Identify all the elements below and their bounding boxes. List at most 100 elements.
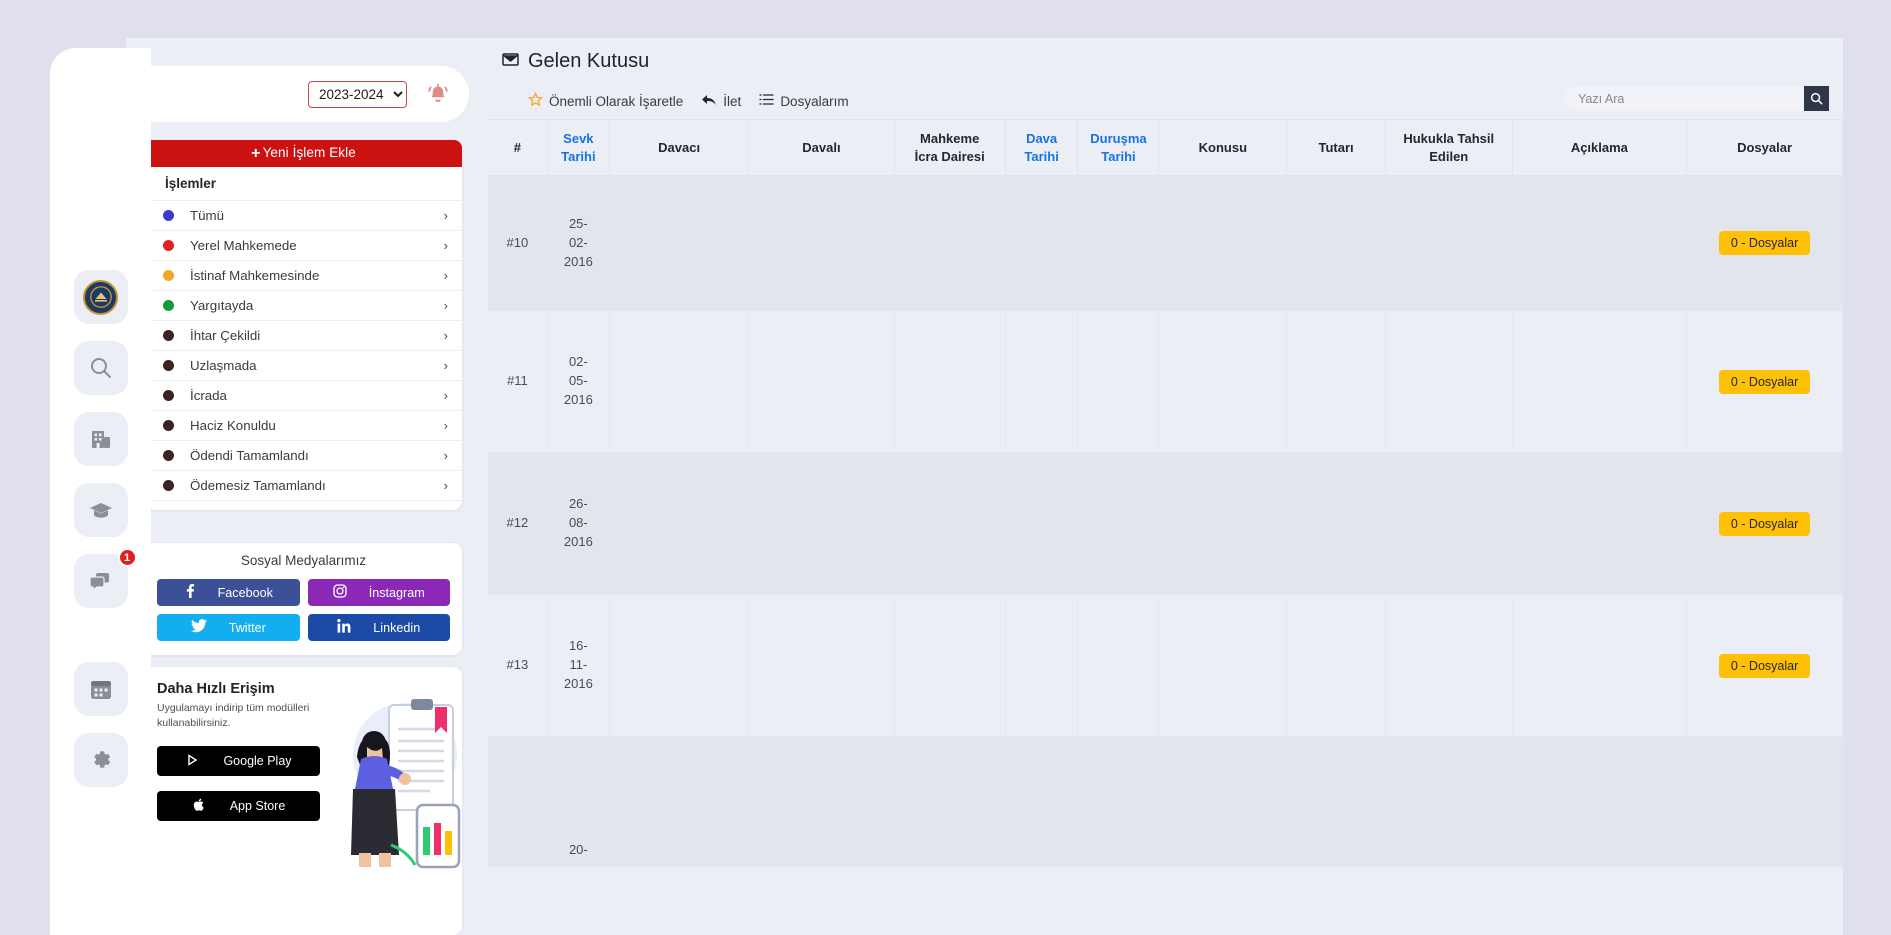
- my-files-label: Dosyalarım: [780, 93, 849, 109]
- operations-title: İşlemler: [145, 167, 462, 201]
- search-input[interactable]: [1564, 86, 1804, 111]
- add-new-operation-label: Yeni İşlem Ekle: [262, 144, 356, 160]
- chevron-right-icon: ›: [443, 358, 448, 373]
- operation-item-9[interactable]: Ödemesiz Tamamlandı ›: [145, 471, 462, 501]
- operation-item-1[interactable]: Yerel Mahkemede ›: [145, 231, 462, 261]
- rail-item-education[interactable]: [73, 483, 128, 537]
- operation-item-8[interactable]: Ödendi Tamamlandı ›: [145, 441, 462, 471]
- cell-tutari: [1286, 175, 1386, 312]
- files-button[interactable]: 0 - Dosyalar: [1718, 653, 1811, 678]
- cell-mahkeme: [894, 310, 1006, 454]
- operation-item-label: Tümü: [190, 208, 224, 223]
- files-button[interactable]: 0 - Dosyalar: [1718, 369, 1811, 394]
- forward-label: İlet: [723, 93, 742, 109]
- cell-tutari: [1286, 736, 1386, 868]
- operation-item-5[interactable]: Uzlaşmada ›: [145, 351, 462, 381]
- column-header-4[interactable]: Mahkeme İcra Dairesi: [894, 119, 1006, 177]
- operations-panel: + Yeni İşlem Ekle İşlemler Tümü › Yerel Mah…: [145, 140, 462, 510]
- inbox-table: # Sevk Tarihi Davacı Davalı Mahkeme İcra Daire…: [488, 119, 1843, 868]
- column-header-2[interactable]: Davacı: [609, 119, 750, 177]
- top-bar: 2023-20242022-20232021-2022: [63, 66, 469, 122]
- cell-konusu: [1158, 310, 1288, 454]
- year-select[interactable]: 2023-20242022-20232021-2022: [308, 80, 407, 108]
- operation-item-6[interactable]: İcrada ›: [145, 381, 462, 411]
- cell-konusu: [1158, 736, 1288, 868]
- google-play-button[interactable]: Google Play: [157, 746, 320, 777]
- chevron-right-icon: ›: [443, 268, 448, 283]
- cell-aciklama: [1512, 310, 1688, 454]
- list-icon: [759, 93, 774, 109]
- chevron-right-icon: ›: [443, 208, 448, 223]
- column-header-8[interactable]: Tutarı: [1286, 119, 1386, 177]
- column-header-0[interactable]: #: [488, 119, 548, 177]
- files-button[interactable]: 0 - Dosyalar: [1718, 231, 1811, 256]
- play-triangle-icon: [185, 753, 199, 770]
- mark-important-button[interactable]: Önemli Olarak İşaretle: [527, 91, 683, 110]
- instagram-button[interactable]: İnstagram: [307, 579, 450, 606]
- rail-item-calendar[interactable]: [73, 662, 128, 716]
- cell-dava_tarihi: [1005, 175, 1079, 312]
- cell-id: #11: [488, 310, 548, 454]
- column-header-6[interactable]: Duruşma Tarihi: [1077, 119, 1160, 177]
- files-button[interactable]: 0 - Dosyalar: [1718, 511, 1811, 536]
- column-header-3[interactable]: Davalı: [748, 119, 895, 177]
- search-submit-button[interactable]: [1804, 86, 1829, 111]
- facebook-button[interactable]: Facebook: [157, 579, 300, 606]
- search-bar: [1564, 86, 1829, 111]
- operation-item-3[interactable]: Yargıtayda ›: [145, 291, 462, 321]
- cell-dosyalar: 0 - Dosyalar: [1686, 594, 1843, 738]
- cell-dava_tarihi: [1005, 310, 1079, 454]
- rail-item-messages[interactable]: 1: [73, 548, 137, 608]
- inbox-icon: [502, 50, 519, 73]
- operation-item-7[interactable]: Haciz Konuldu ›: [145, 411, 462, 441]
- table-row[interactable]: #13 16- 11- 2016 0 - Dosyalar: [488, 594, 1843, 738]
- table-body: #10 25- 02- 2016 0 - Dosyalar #11 02- 05- 2016 0 …: [488, 175, 1843, 868]
- cell-davali: [748, 736, 895, 868]
- column-header-11[interactable]: Dosyalar: [1686, 119, 1843, 177]
- my-files-button[interactable]: Dosyalarım: [759, 93, 849, 109]
- rail-item-settings[interactable]: [73, 733, 128, 787]
- page-title: Gelen Kutusu: [488, 38, 1843, 83]
- app-store-button[interactable]: App Store: [157, 791, 320, 822]
- cell-sevk_tarihi: 20-: [547, 736, 611, 868]
- reply-arrow-icon: [701, 93, 717, 110]
- rail-item-courthouse[interactable]: [73, 412, 128, 466]
- column-header-10[interactable]: Açıklama: [1512, 119, 1688, 177]
- table-row[interactable]: 20-: [488, 736, 1843, 868]
- bell-icon[interactable]: [421, 77, 455, 111]
- linkedin-icon: [337, 619, 351, 636]
- cell-dava_tarihi: [1005, 736, 1079, 868]
- add-new-operation-button[interactable]: + Yeni İşlem Ekle: [145, 140, 462, 167]
- status-dot-icon: [163, 420, 174, 431]
- cell-sevk_tarihi: 25- 02- 2016: [547, 175, 611, 312]
- column-header-5[interactable]: Dava Tarihi: [1005, 119, 1079, 177]
- twitter-button[interactable]: Twitter: [157, 614, 300, 641]
- cell-sevk_tarihi: 02- 05- 2016: [547, 310, 611, 454]
- table-row[interactable]: #11 02- 05- 2016 0 - Dosyalar: [488, 310, 1843, 454]
- operation-item-0[interactable]: Tümü ›: [145, 201, 462, 231]
- calendar-icon: [88, 676, 114, 702]
- operation-item-label: Haciz Konuldu: [190, 418, 276, 433]
- column-header-9[interactable]: Hukukla Tahsil Edilen: [1385, 119, 1513, 177]
- linkedin-button[interactable]: Linkedin: [307, 614, 450, 641]
- operation-item-4[interactable]: İhtar Çekildi ›: [145, 321, 462, 351]
- table-row[interactable]: #12 26- 08- 2016 0 - Dosyalar: [488, 452, 1843, 596]
- cell-tutari: [1286, 452, 1386, 596]
- forward-button[interactable]: İlet: [701, 93, 741, 110]
- column-header-7[interactable]: Konusu: [1158, 119, 1288, 177]
- status-dot-icon: [163, 270, 174, 281]
- table-row[interactable]: #10 25- 02- 2016 0 - Dosyalar: [488, 175, 1843, 312]
- rail-item-search[interactable]: [73, 341, 128, 395]
- cell-aciklama: [1512, 452, 1688, 596]
- operation-item-2[interactable]: İstinaf Mahkemesinde ›: [145, 261, 462, 291]
- status-dot-icon: [163, 480, 174, 491]
- cell-id: #10: [488, 175, 548, 312]
- cell-aciklama: [1512, 594, 1688, 738]
- column-header-1[interactable]: Sevk Tarihi: [547, 119, 611, 177]
- cell-mahkeme: [894, 175, 1006, 312]
- table-scroll-area[interactable]: # Sevk Tarihi Davacı Davalı Mahkeme İcra Daire…: [488, 119, 1843, 935]
- rail-item-logo[interactable]: [73, 270, 128, 324]
- chevron-right-icon: ›: [443, 388, 448, 403]
- cell-id: [488, 736, 548, 868]
- cell-konusu: [1158, 594, 1288, 738]
